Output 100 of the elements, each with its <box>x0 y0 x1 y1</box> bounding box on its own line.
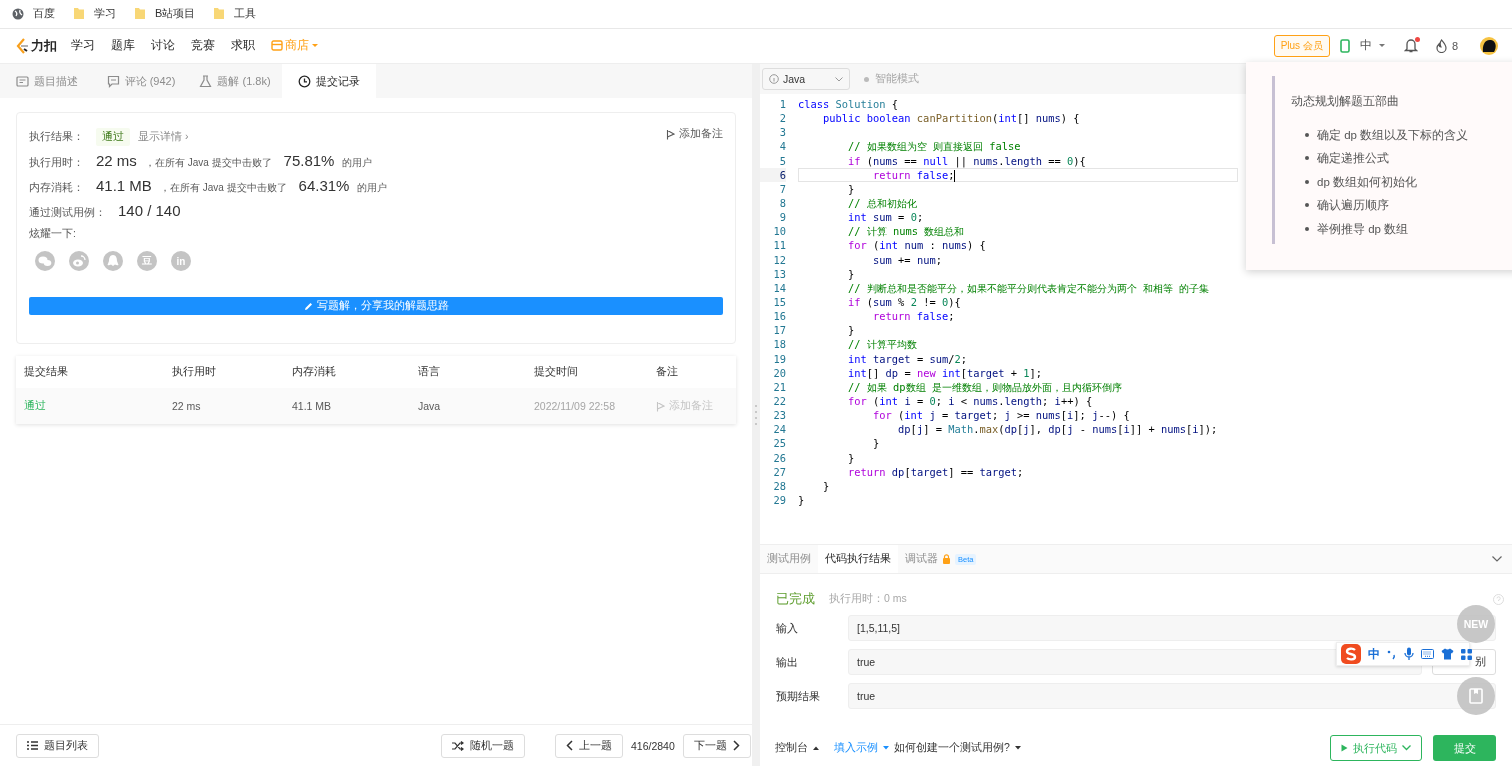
folder-icon <box>73 7 85 20</box>
grid-icon[interactable] <box>1461 648 1472 660</box>
next-button[interactable]: 下一题 <box>682 733 751 758</box>
column-header: 内存消耗 <box>292 365 337 379</box>
input-method-logo-icon[interactable] <box>1341 644 1361 664</box>
code-line: // 判断总和是否能平分，如果不能平分则代表肯定不能分为两个 和相等 的子集 <box>847 280 1210 295</box>
details-link[interactable]: 显示详情 › <box>138 129 189 144</box>
line-number: 21 <box>772 379 786 394</box>
line-number: 6 <box>760 167 786 182</box>
random-button[interactable]: 随机一题 <box>441 733 525 758</box>
bookmark[interactable]: 百度 <box>12 6 55 21</box>
shirt-icon[interactable] <box>1441 648 1454 660</box>
caret-icon <box>1013 745 1022 751</box>
status-dot-icon <box>864 76 869 82</box>
bullet-icon <box>1305 203 1309 208</box>
tab[interactable]: 提交记录 <box>282 64 376 98</box>
avatar-icon[interactable] <box>1480 36 1498 55</box>
punctuation-icon[interactable] <box>1387 648 1397 660</box>
line-number: 17 <box>772 323 786 338</box>
tab[interactable]: 代码执行结果 <box>818 545 898 573</box>
percentile-value: 75.81% <box>283 152 335 169</box>
previous-button[interactable]: 上一题 <box>555 733 623 758</box>
language-toggle[interactable]: 中 <box>1368 645 1380 663</box>
line-number: 28 <box>772 478 786 493</box>
code-line: } <box>798 492 805 508</box>
status-text: 已完成 <box>776 590 815 608</box>
line-number: 20 <box>772 365 786 380</box>
code-line: int target = sum/2; <box>847 351 967 366</box>
line-number: 24 <box>772 422 786 437</box>
code-line: } <box>822 478 830 493</box>
bell-icon[interactable] <box>1403 38 1418 53</box>
line-number: 3 <box>778 125 786 140</box>
code-line: if (sum % 2 != 0){ <box>847 294 961 310</box>
language-select[interactable]: Java <box>762 68 850 90</box>
caret-icon <box>1377 42 1386 49</box>
nav-link[interactable]: 学习 <box>71 38 95 53</box>
keyboard-icon[interactable] <box>1421 649 1434 659</box>
caret-icon <box>311 42 319 49</box>
code-line: } <box>847 266 855 281</box>
line-number: 9 <box>778 210 786 225</box>
help-link[interactable]: 如何创建一个测试用例? <box>894 741 1022 755</box>
code-line: // 计算 nums 数组总和 <box>847 224 965 239</box>
line-number: 19 <box>772 351 786 366</box>
tests-label: 通过测试用例： <box>29 206 106 220</box>
bookmark[interactable]: 学习 <box>73 6 116 21</box>
drag-handle-icon[interactable] <box>755 404 757 426</box>
info-icon <box>769 74 779 84</box>
code-line: for (int j = target; j >= nums[i]; j--) { <box>872 408 1130 423</box>
language-button[interactable]: 中 <box>1359 37 1386 54</box>
code-line: for (int num : nums) { <box>847 238 986 253</box>
percentile-value: 64.31% <box>298 177 350 194</box>
page-counter: 416/2840 <box>631 739 675 752</box>
flask-icon <box>199 74 213 88</box>
bookmark[interactable]: 工具 <box>213 6 257 21</box>
console-button[interactable]: 控制台 <box>775 741 820 755</box>
chevron-down-icon <box>835 76 843 82</box>
line-number: 5 <box>778 153 786 168</box>
code-line: } <box>847 181 855 196</box>
field-label: 输出 <box>776 654 799 670</box>
bookmark[interactable]: B站项目 <box>134 6 196 21</box>
streak-button[interactable]: 8 <box>1435 38 1458 53</box>
bullet-icon <box>1305 179 1309 184</box>
add-note-button[interactable]: 添加备注 <box>666 127 723 141</box>
flag-icon <box>656 400 665 412</box>
document-icon <box>16 74 29 88</box>
column-header: 提交结果 <box>24 365 69 379</box>
logo-icon[interactable] <box>15 37 29 54</box>
comparison-text: ，在所有 Java 提交中击败了 <box>144 156 272 170</box>
microphone-icon[interactable] <box>1404 647 1414 661</box>
line-number: 2 <box>778 111 786 126</box>
line-number: 29 <box>772 492 786 508</box>
nav-link[interactable]: 竞赛 <box>191 38 215 53</box>
line-number: 12 <box>772 252 786 267</box>
nav-link[interactable]: 求职 <box>231 38 255 53</box>
line-number: 14 <box>772 280 786 295</box>
column-header: 提交时间 <box>534 365 579 379</box>
collapse-chevron-icon[interactable] <box>1492 556 1502 562</box>
problem-list-button[interactable]: 题目列表 <box>16 733 99 758</box>
column-header: 语言 <box>418 365 441 379</box>
bullet-icon <box>1305 156 1309 161</box>
line-number: 27 <box>772 464 786 479</box>
nav-link[interactable]: 题库 <box>111 38 135 53</box>
code-line: int sum = 0; <box>847 210 924 225</box>
chevron-left-icon <box>566 740 573 751</box>
line-number: 26 <box>772 450 786 465</box>
popup-title: 动态规划解题五部曲 <box>1291 94 1400 109</box>
chevron-down-icon <box>1402 745 1411 751</box>
clock-icon <box>298 74 311 88</box>
result-label: 执行结果： <box>29 129 84 144</box>
play-icon <box>1341 744 1348 752</box>
code-line: } <box>847 323 855 338</box>
globe-icon <box>12 7 24 20</box>
table-cell-text: 通过 <box>24 399 47 413</box>
nav-link[interactable]: 讨论 <box>151 38 175 53</box>
phone-icon[interactable] <box>1339 38 1350 53</box>
list-item: 举例推导 dp 数组 <box>1317 221 1409 237</box>
penguin-icon <box>105 253 121 269</box>
code-line: dp[j] = Math.max(dp[j], dp[j - nums[i]] + nums[i]); <box>897 422 1218 437</box>
share-label: 炫耀一下: <box>29 227 77 241</box>
code-line: class Solution { <box>798 97 899 112</box>
